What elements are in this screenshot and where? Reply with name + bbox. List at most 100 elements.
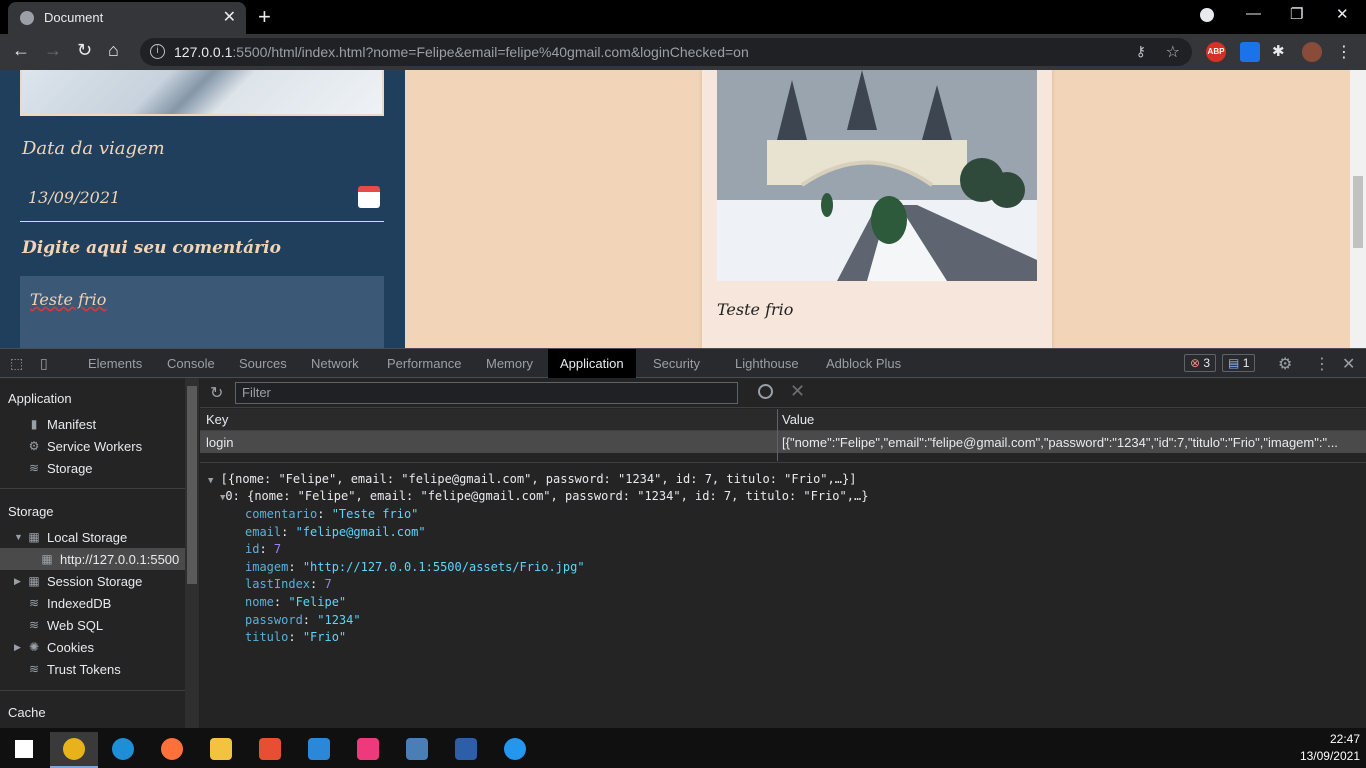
docker-icon[interactable] [491, 732, 539, 768]
chrome-icon[interactable] [50, 732, 98, 768]
sidebar-item-local-origin[interactable]: http://127.0.0.1:5500 [60, 552, 179, 567]
sidebar-item-session-storage[interactable]: Session Storage [47, 574, 142, 589]
delete-selected-icon[interactable]: ✕ [790, 381, 805, 402]
sidebar-item-indexeddb[interactable]: IndexedDB [47, 596, 111, 611]
windows-start-icon[interactable] [0, 732, 48, 768]
restore-button[interactable]: ❐ [1290, 5, 1303, 23]
sidebar-scrollbar-thumb[interactable] [187, 386, 197, 584]
sidebar-item-service-workers[interactable]: Service Workers [47, 439, 142, 454]
property-key: password [245, 612, 303, 627]
property-row[interactable]: imagem: "http://127.0.0.1:5500/assets/Fr… [245, 560, 585, 574]
property-row[interactable]: lastIndex: 7 [245, 577, 332, 591]
tab-console[interactable]: Console [155, 349, 227, 378]
sidebar-item-websql[interactable]: Web SQL [47, 618, 103, 633]
close-window-button[interactable]: ✕ [1336, 5, 1349, 23]
row-value-cell[interactable]: [{"nome":"Felipe","email":"felipe@gmail.… [782, 435, 1350, 450]
git-icon[interactable] [246, 732, 294, 768]
profile-dropdown-icon[interactable] [1200, 8, 1214, 22]
inspect-element-icon[interactable]: ⬚ [10, 355, 23, 372]
intellij-icon[interactable] [344, 732, 392, 768]
property-row[interactable]: comentario: "Teste frio" [245, 507, 418, 521]
property-row[interactable]: password: "1234" [245, 613, 361, 627]
page-scrollbar-thumb[interactable] [1353, 176, 1363, 248]
clear-all-icon[interactable] [758, 384, 773, 399]
tab-sources[interactable]: Sources [227, 349, 299, 378]
reload-icon[interactable]: ↻ [77, 40, 92, 61]
file-explorer-icon[interactable] [197, 732, 245, 768]
tab-application[interactable]: Application [548, 349, 636, 378]
powershell-icon[interactable] [442, 732, 490, 768]
address-bar[interactable]: i 127.0.0.1:5500/html/index.html?nome=Fe… [140, 38, 1192, 66]
refresh-icon[interactable]: ↻ [210, 383, 223, 403]
site-info-icon[interactable]: i [150, 44, 165, 59]
git-icon-glyph [259, 738, 281, 760]
key-column-header[interactable]: Key [206, 412, 228, 427]
sidebar-item-trust-tokens[interactable]: Trust Tokens [47, 662, 121, 677]
forward-icon[interactable]: → [44, 40, 62, 61]
tab-lighthouse[interactable]: Lighthouse [723, 349, 811, 378]
collapsed-triangle-icon[interactable]: ▶ [14, 576, 21, 587]
date-field[interactable]: 13/09/2021 [20, 180, 384, 222]
system-clock[interactable]: 22:47 13/09/2021 [1300, 731, 1360, 765]
sidebar-item-local-storage[interactable]: Local Storage [47, 530, 127, 545]
collapsed-triangle-icon[interactable]: ▶ [14, 642, 21, 653]
bookmark-star-icon[interactable]: ☆ [1166, 42, 1180, 62]
sidebar-item-cookies[interactable]: Cookies [47, 640, 94, 655]
property-row[interactable]: nome: "Felipe" [245, 595, 346, 609]
windows-taskbar: 22:47 13/09/2021 [0, 728, 1366, 768]
value-column-header[interactable]: Value [782, 412, 814, 427]
sidebar-item-manifest[interactable]: Manifest [47, 417, 96, 432]
property-row[interactable]: titulo: "Frio" [245, 630, 346, 644]
gear-icon[interactable]: ⚙ [1278, 354, 1292, 374]
expanded-triangle-icon[interactable]: ▼ [14, 532, 23, 542]
home-icon[interactable]: ⌂ [108, 40, 119, 61]
preview-item-line[interactable]: ▼0: {nome: "Felipe", email: "felipe@gmai… [220, 489, 868, 503]
comment-textarea[interactable]: Teste frio [20, 276, 384, 348]
database-icon[interactable] [393, 732, 441, 768]
preview-root-line[interactable]: ▼ [{nome: "Felipe", email: "felipe@gmail… [208, 472, 856, 486]
back-icon[interactable]: ← [12, 40, 30, 61]
page-scrollbar[interactable] [1350, 70, 1366, 348]
row-key-cell[interactable]: login [206, 435, 766, 450]
edge-icon[interactable] [99, 732, 147, 768]
tab-memory[interactable]: Memory [474, 349, 545, 378]
vscode-icon[interactable] [295, 732, 343, 768]
tab-adblock-plus[interactable]: Adblock Plus [814, 349, 913, 378]
new-tab-button[interactable]: + [258, 4, 271, 30]
tab-elements[interactable]: Elements [76, 349, 154, 378]
puzzle-icon[interactable]: ✱ [1272, 42, 1285, 60]
comment-label: Digite aqui seu comentário [22, 238, 281, 258]
clock-time: 22:47 [1329, 732, 1360, 746]
property-value: "Frio" [302, 630, 347, 645]
property-row[interactable]: email: "felipe@gmail.com" [245, 525, 426, 539]
close-tab-icon[interactable]: ✕ [223, 7, 236, 27]
kebab-menu-icon[interactable]: ⋮ [1336, 42, 1352, 62]
sidebar-scrollbar[interactable] [185, 378, 199, 728]
browser-tab[interactable]: Document ✕ [8, 2, 246, 34]
minimize-button[interactable]: — [1246, 5, 1261, 22]
avatar[interactable] [1302, 42, 1322, 62]
firefox-icon[interactable] [148, 732, 196, 768]
close-devtools-icon[interactable]: ✕ [1342, 354, 1355, 374]
devtools-menu-icon[interactable]: ⋮ [1314, 354, 1330, 374]
device-toolbar-icon[interactable]: ▯ [40, 355, 48, 372]
url-text[interactable]: 127.0.0.1:5500/html/index.html?nome=Feli… [174, 44, 749, 60]
tab-security[interactable]: Security [641, 349, 712, 378]
tab-performance[interactable]: Performance [375, 349, 473, 378]
key-icon[interactable]: ⚷ [1136, 43, 1146, 60]
table-row[interactable]: login [{"nome":"Felipe","email":"felipe@… [200, 431, 1366, 453]
grid-icon: ▦ [28, 530, 40, 544]
tab-network[interactable]: Network [299, 349, 371, 378]
error-count-badge[interactable]: ⊗ 3 [1184, 354, 1217, 372]
property-row[interactable]: id: 7 [245, 542, 281, 556]
expanded-triangle-icon[interactable]: ▼ [208, 476, 213, 486]
file-explorer-icon-glyph [210, 738, 232, 760]
adblock-plus-icon[interactable]: ABP [1206, 42, 1226, 62]
sidebar-item-storage[interactable]: Storage [47, 461, 93, 476]
filter-input[interactable]: Filter [235, 382, 738, 404]
calendar-icon[interactable] [358, 186, 380, 208]
extension-icon[interactable] [1240, 42, 1260, 62]
property-key: lastIndex [245, 577, 311, 592]
message-count-badge[interactable]: ▤ 1 [1222, 354, 1256, 372]
form-panel: Data da viagem 13/09/2021 Digite aqui se… [0, 70, 405, 348]
